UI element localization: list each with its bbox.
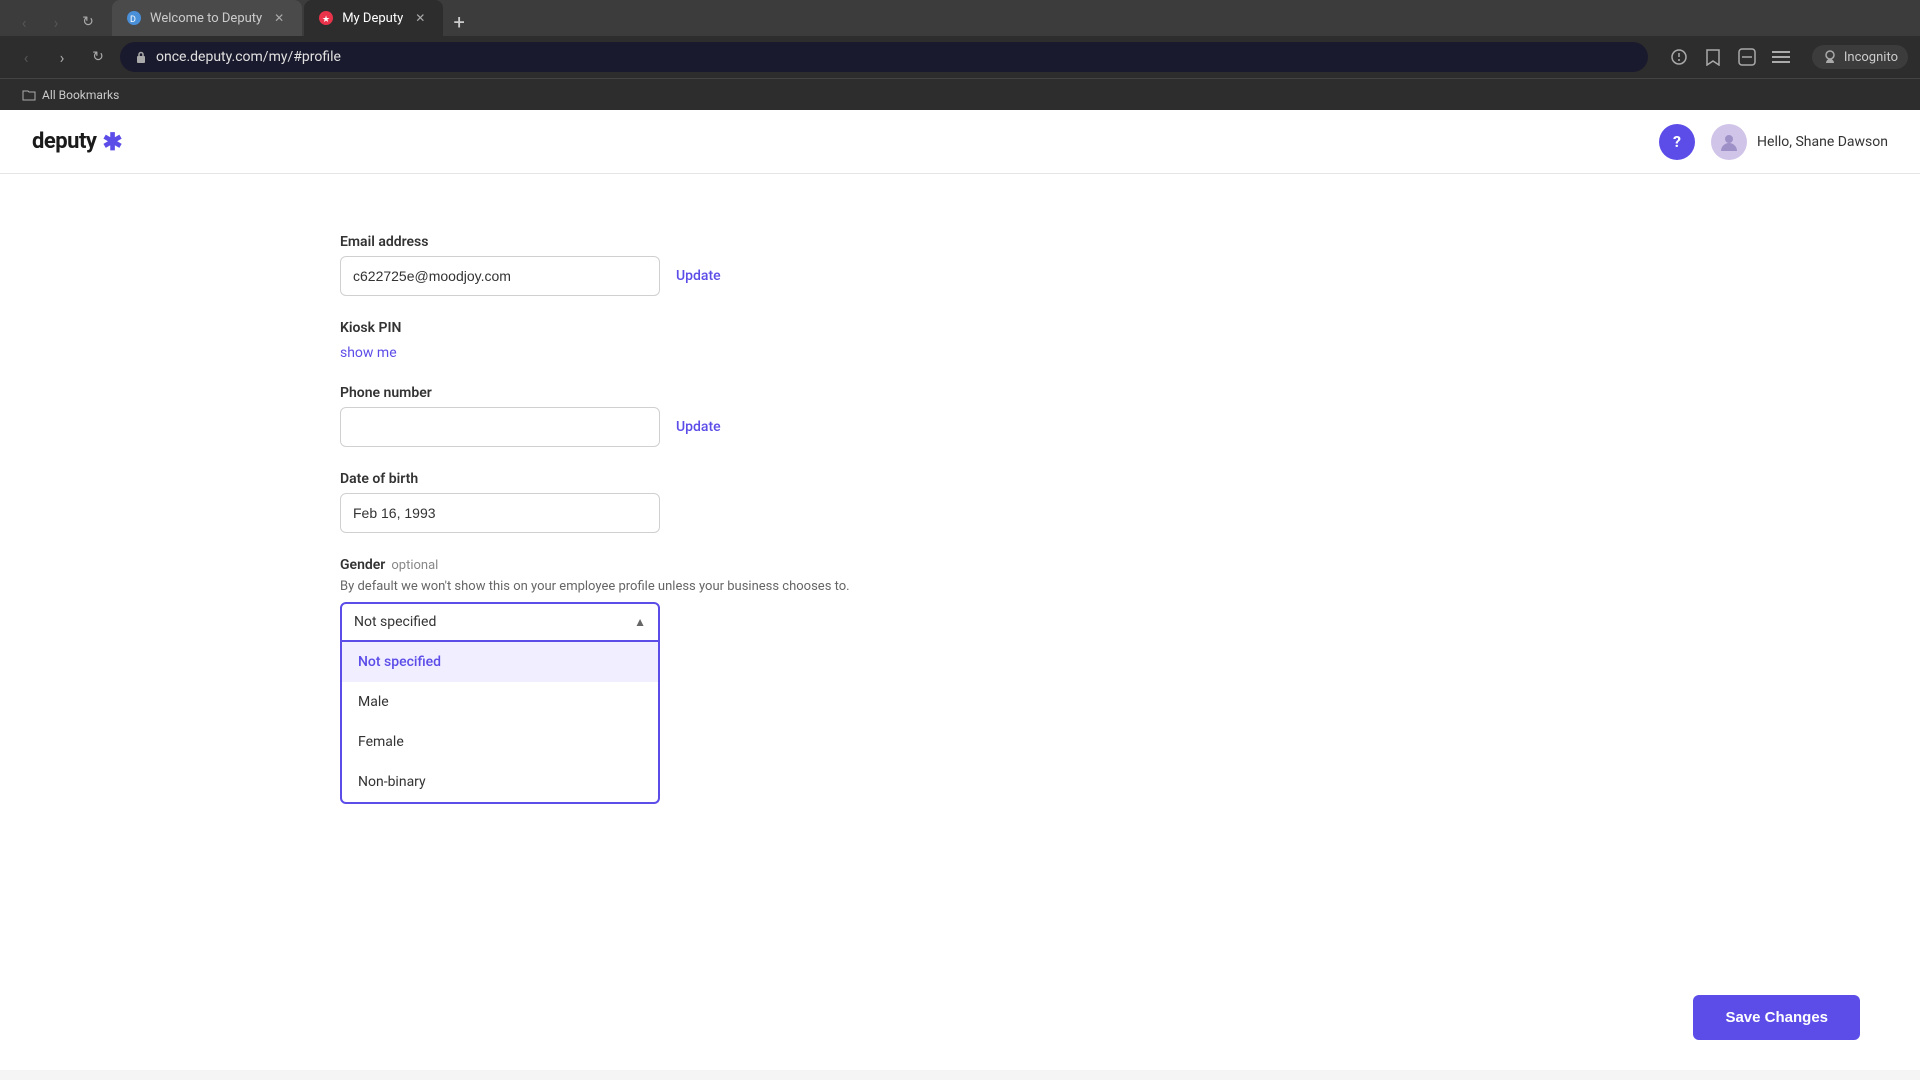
tab-my-deputy[interactable]: ★ My Deputy ✕ [304,0,443,36]
profile-form: Email address Update Kiosk PIN show me P… [300,194,1620,706]
user-menu[interactable]: Hello, Shane Dawson [1711,124,1888,160]
email-input[interactable] [340,256,660,296]
back-button[interactable]: ‹ [10,8,38,36]
deputy-logo[interactable]: deputy✱ [32,128,123,156]
svg-text:★: ★ [322,15,330,25]
dob-label: Date of birth [340,471,1580,487]
bookmark-folder-icon [22,88,36,102]
chevron-up-icon: ▲ [634,615,646,629]
gender-option-non-binary[interactable]: Non-binary [342,762,658,802]
tab-welcome[interactable]: D Welcome to Deputy ✕ [112,0,302,36]
nav-forward[interactable]: › [48,43,76,71]
save-changes-button[interactable]: Save Changes [1693,995,1860,1040]
logo-asterisk: ✱ [102,128,122,156]
incognito-label: Incognito [1844,50,1898,65]
dob-group: Date of birth [340,471,1580,533]
gender-description: By default we won't show this on your em… [340,579,1580,594]
nav-back[interactable]: ‹ [12,43,40,71]
kiosk-label: Kiosk PIN [340,320,1580,336]
kiosk-show-link[interactable]: show me [340,345,397,361]
nav-reload[interactable]: ↻ [84,43,112,71]
forward-button[interactable]: › [42,8,70,36]
incognito-indicator: Incognito [1812,45,1908,69]
profile-icon[interactable] [1732,42,1762,72]
tab-1-label: Welcome to Deputy [150,11,262,26]
gender-option-male[interactable]: Male [342,682,658,722]
reload-button[interactable]: ↻ [74,8,102,36]
app-nav: deputy✱ ? Hello, Shane Dawson [0,110,1920,174]
bookmark-all[interactable]: All Bookmarks [12,84,129,106]
phone-input[interactable] [340,407,660,447]
save-changes-container: Save Changes [1693,995,1860,1040]
email-label: Email address [340,234,1580,250]
logo-text: deputy [32,129,96,154]
gender-option-female[interactable]: Female [342,722,658,762]
user-avatar [1711,124,1747,160]
gender-select-trigger[interactable]: Not specified ▲ [340,602,660,642]
svg-text:D: D [130,15,136,25]
phone-label: Phone number [340,385,1580,401]
gender-selected-value: Not specified [354,614,436,630]
email-update-link[interactable]: Update [676,268,721,284]
gender-option-not-specified[interactable]: Not specified [342,642,658,682]
phone-update-link[interactable]: Update [676,419,721,435]
secure-icon [134,50,148,64]
gender-select-wrapper: Not specified ▲ Not specified Male Femal… [340,602,660,642]
tab-1-favicon: D [126,10,142,26]
help-button[interactable]: ? [1659,124,1695,160]
url-text: once.deputy.com/my/#profile [156,49,341,65]
incognito-icon [1822,49,1838,65]
bookmark-all-label: All Bookmarks [42,88,119,102]
tab-2-favicon: ★ [318,10,334,26]
user-greeting: Hello, Shane Dawson [1757,134,1888,150]
tab-2-close[interactable]: ✕ [411,9,429,27]
tab-2-label: My Deputy [342,11,403,26]
new-tab-button[interactable]: + [445,8,473,36]
gender-label: Genderoptional [340,557,1580,573]
extension-icon[interactable] [1664,42,1694,72]
menu-icon[interactable] [1766,42,1796,72]
phone-group: Phone number Update [340,385,1580,447]
email-group: Email address Update [340,234,1580,296]
tab-1-close[interactable]: ✕ [270,9,288,27]
bookmark-icon[interactable] [1698,42,1728,72]
gender-dropdown: Not specified Male Female Non-binary [340,642,660,804]
kiosk-group: Kiosk PIN show me [340,320,1580,361]
dob-input[interactable] [340,493,660,533]
gender-group: Genderoptional By default we won't show … [340,557,1580,642]
address-bar[interactable]: once.deputy.com/my/#profile [120,42,1648,72]
